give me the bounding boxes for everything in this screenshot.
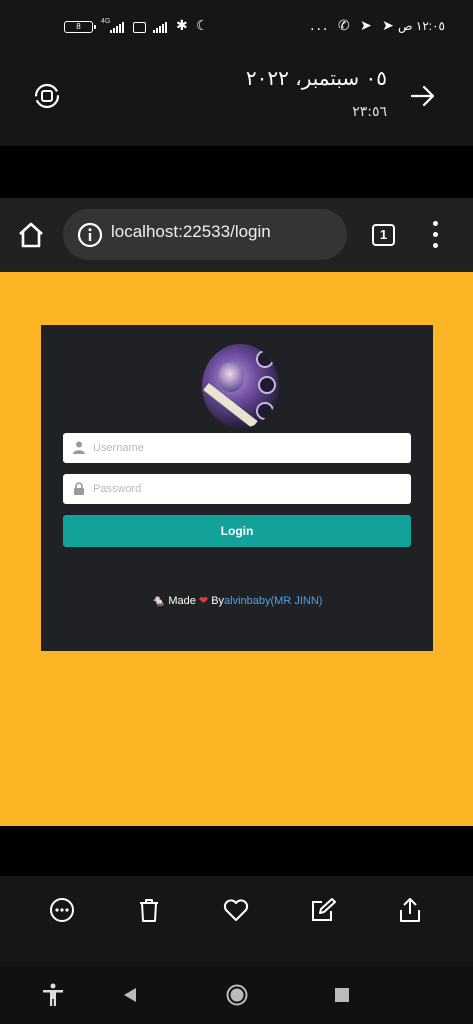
volte-icon [133, 22, 146, 33]
more-notifications-icon: ... [310, 18, 330, 34]
battery-icon: 8 [64, 21, 96, 33]
info-icon[interactable] [77, 222, 103, 248]
web-page: Username Password Login 🐁 Made ❤ Byalvin… [0, 272, 473, 826]
password-placeholder: Password [93, 483, 142, 495]
footer-credit: 🐁 Made ❤ Byalvinbaby(MR JINN) [41, 594, 433, 607]
heart-emoji-icon: ❤ [198, 595, 209, 607]
moon-icon: ☾ [196, 18, 209, 34]
telegram-icon: ➤ [360, 18, 372, 34]
address-bar[interactable]: localhost:22533/login [63, 209, 347, 260]
network-type-label: 4G [101, 18, 111, 25]
lock-icon [74, 482, 84, 495]
home-icon[interactable] [16, 220, 46, 250]
back-icon[interactable] [118, 983, 142, 1007]
share-icon[interactable] [396, 896, 424, 924]
gallery-actions [0, 876, 473, 966]
photo-time: ٢٣:٥٦ [352, 104, 387, 120]
login-card: Username Password Login 🐁 Made ❤ Byalvin… [41, 325, 433, 651]
rotate-icon[interactable] [33, 82, 61, 110]
more-vertical-icon[interactable] [426, 221, 446, 249]
signal-icon [110, 22, 124, 33]
credit-by: By [211, 595, 225, 607]
recents-icon[interactable] [330, 983, 354, 1007]
tab-switcher-button[interactable]: 1 [372, 224, 395, 246]
status-bar: 8 4G ✱ ☾ ... ✆ ➤ ➤ ١٢:٠٥ ص [0, 0, 473, 52]
username-input[interactable]: Username [63, 433, 411, 463]
login-button[interactable]: Login [63, 515, 411, 547]
trash-icon[interactable] [135, 896, 163, 924]
browser-toolbar: localhost:22533/login 1 [0, 198, 473, 272]
credit-made: Made [168, 595, 196, 607]
heart-icon[interactable] [222, 896, 250, 924]
accessibility-icon[interactable] [41, 983, 65, 1007]
username-placeholder: Username [93, 442, 144, 454]
missed-call-icon: ✆ [338, 18, 350, 34]
gallery-header: ٠٥ سبتمبر، ٢٠٢٢ ٢٣:٥٦ [0, 52, 473, 146]
signal-icon-2 [153, 22, 167, 33]
user-icon [73, 441, 85, 454]
home-circle-icon[interactable] [225, 983, 249, 1007]
battery-level: 8 [76, 22, 81, 31]
bluetooth-icon: ✱ [176, 18, 188, 34]
profile-avatar [202, 344, 279, 428]
url-text[interactable]: localhost:22533/login [111, 222, 271, 242]
arrow-right-icon[interactable] [409, 82, 437, 110]
photo-date: ٠٥ سبتمبر، ٢٠٢٢ [245, 66, 387, 90]
clock: ١٢:٠٥ ص [398, 19, 445, 33]
more-horizontal-icon[interactable] [48, 896, 76, 924]
mascot-icon: 🐁 [151, 595, 166, 607]
password-input[interactable]: Password [63, 474, 411, 504]
edit-icon[interactable] [309, 896, 337, 924]
system-nav-bar [0, 966, 473, 1024]
telegram-icon-2: ➤ [382, 18, 394, 34]
author-link[interactable]: alvinbaby(MR JINN) [224, 595, 322, 607]
